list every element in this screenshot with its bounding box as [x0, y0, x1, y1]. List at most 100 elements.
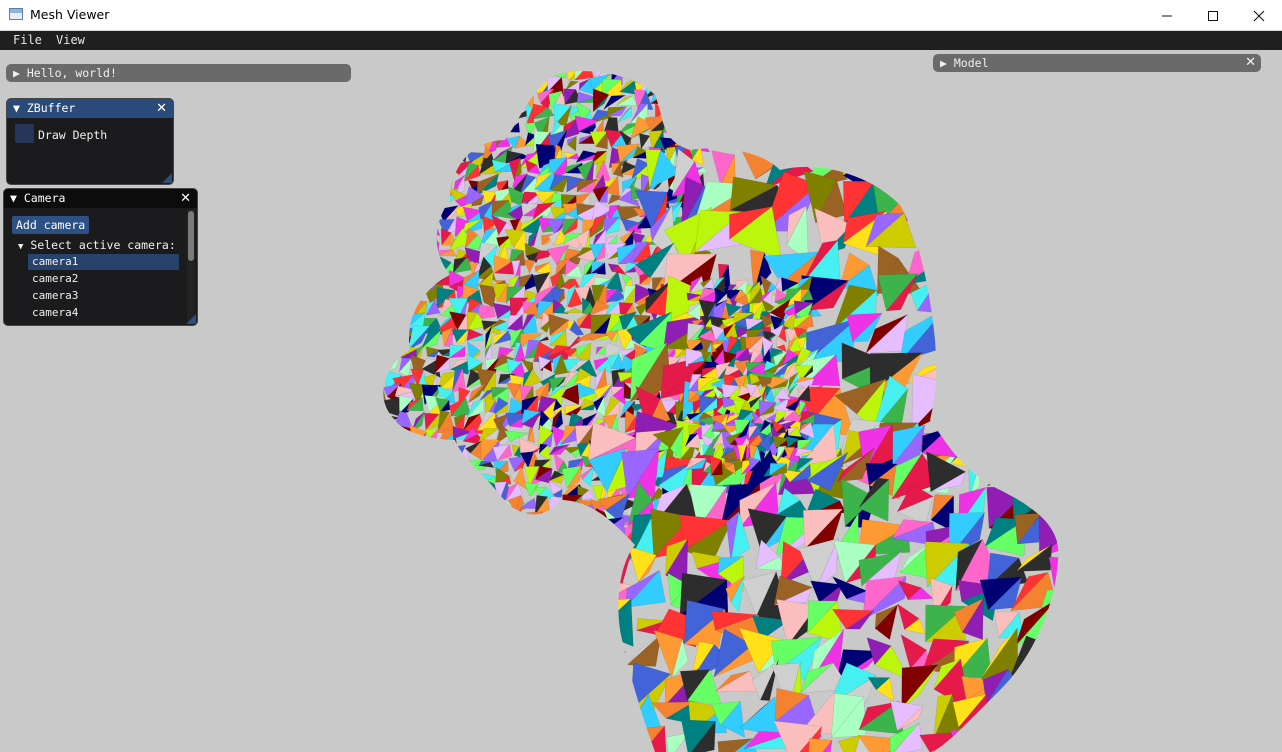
mesh-triangle — [478, 508, 495, 531]
mesh-triangle — [550, 530, 564, 543]
mesh-triangle — [493, 124, 514, 137]
mesh-triangle — [422, 110, 437, 120]
camera-list-item[interactable]: camera3 — [28, 288, 179, 304]
scrollbar-thumb[interactable] — [188, 211, 194, 261]
mesh-triangle — [660, 71, 677, 79]
mesh-triangle — [492, 100, 511, 126]
model-window-titlebar[interactable]: ▶ Model ✕ — [933, 54, 1261, 72]
mesh-triangle — [427, 509, 435, 528]
mesh-triangle — [422, 171, 442, 193]
mesh-triangle — [452, 71, 468, 84]
mesh-triangle — [547, 71, 569, 76]
mesh-triangle — [504, 71, 529, 76]
mesh-triangle — [383, 147, 386, 167]
mesh-triangle — [679, 97, 692, 113]
mesh-triangle — [422, 71, 441, 84]
mesh-triangle — [387, 259, 401, 278]
mesh-triangle — [451, 484, 474, 500]
mesh-triangle — [738, 696, 780, 737]
mesh-triangle — [415, 439, 422, 453]
mesh-triangle — [452, 488, 474, 499]
mesh-triangle — [481, 109, 495, 119]
window-title: Mesh Viewer — [30, 7, 110, 22]
mesh-triangle — [918, 215, 944, 266]
mesh-triangle — [910, 142, 956, 193]
mesh-triangle — [413, 202, 427, 219]
draw-depth-checkbox[interactable] — [15, 124, 34, 143]
menu-view[interactable]: View — [56, 33, 85, 47]
mesh-triangle — [386, 144, 399, 169]
mesh-triangle — [982, 726, 1031, 752]
mesh-triangle — [421, 241, 440, 266]
mesh-triangle — [448, 88, 471, 109]
close-icon[interactable]: ✕ — [180, 189, 191, 208]
mesh-triangle — [452, 527, 468, 547]
mesh-triangle — [383, 229, 388, 250]
menu-file[interactable]: File — [13, 33, 42, 47]
mesh-triangle — [422, 171, 446, 193]
hello-window-titlebar[interactable]: ▶ Hello, world! — [6, 64, 351, 82]
camera-list-item[interactable]: camera1 — [28, 254, 179, 270]
mesh-triangle — [521, 528, 537, 547]
mesh-triangle — [426, 494, 445, 519]
mesh-triangle — [1044, 417, 1059, 463]
mesh-triangle — [383, 221, 403, 235]
render-viewport[interactable] — [0, 50, 1282, 752]
mesh-triangle — [660, 77, 681, 89]
mesh-triangle — [383, 319, 387, 335]
mesh-triangle — [463, 514, 484, 533]
mesh-triangle — [500, 94, 512, 112]
mesh-triangle — [588, 731, 621, 752]
close-icon[interactable]: ✕ — [1245, 54, 1256, 72]
mesh-triangle — [383, 221, 385, 239]
mesh-triangle — [399, 529, 409, 539]
mesh-triangle — [393, 512, 416, 525]
mesh-triangle — [464, 500, 485, 519]
mesh-triangle — [407, 507, 427, 523]
mesh-triangle — [490, 76, 510, 98]
mesh-triangle — [691, 87, 712, 111]
select-camera-tree-node[interactable]: ▼ Select active camera: — [18, 238, 176, 252]
mesh-triangle — [383, 103, 396, 119]
mesh-triangle — [420, 256, 443, 277]
zbuffer-window-titlebar[interactable]: ▼ ZBuffer ✕ — [7, 99, 173, 118]
mesh-triangle — [383, 298, 394, 318]
mesh-triangle — [588, 523, 610, 546]
mesh-triangle — [448, 88, 471, 104]
mesh-triangle — [414, 213, 424, 237]
close-window-button[interactable] — [1236, 0, 1282, 31]
mesh-triangle — [1019, 728, 1052, 752]
camera-list-item[interactable]: camera2 — [28, 271, 179, 287]
maximize-button[interactable] — [1190, 0, 1236, 31]
mesh-triangle — [1051, 732, 1059, 752]
mesh-triangle — [399, 531, 409, 544]
mesh-triangle — [621, 71, 642, 79]
close-icon[interactable]: ✕ — [156, 99, 167, 118]
mesh-triangle — [458, 145, 468, 159]
camera-window-titlebar[interactable]: ▼ Camera ✕ — [4, 189, 197, 208]
mesh-triangle — [422, 193, 437, 203]
mesh-triangle — [1040, 602, 1059, 651]
mesh-triangle — [1041, 688, 1059, 731]
mesh-triangle — [393, 191, 417, 207]
mesh-triangle — [383, 443, 403, 457]
camera-scrollbar[interactable] — [187, 209, 195, 321]
resize-grip[interactable] — [162, 173, 172, 183]
mesh-triangle — [383, 191, 399, 204]
mesh-triangle — [957, 727, 989, 750]
mesh-triangle — [383, 106, 388, 122]
mesh-triangle — [370, 291, 381, 298]
zbuffer-window: ▼ ZBuffer ✕ Draw Depth — [6, 98, 174, 185]
mesh-triangle — [397, 284, 417, 305]
mesh-triangle — [387, 288, 397, 304]
mesh-triangle — [395, 131, 410, 153]
minimize-button[interactable] — [1144, 0, 1190, 31]
mesh-triangle — [654, 71, 663, 80]
resize-grip[interactable] — [186, 314, 196, 324]
mesh-triangle — [424, 466, 445, 492]
camera-list-item[interactable]: camera4 — [28, 305, 179, 321]
mesh-triangle — [412, 123, 430, 133]
mesh-triangle — [562, 494, 584, 513]
add-camera-button[interactable]: Add camera — [12, 216, 90, 234]
mesh-triangle — [452, 513, 474, 530]
